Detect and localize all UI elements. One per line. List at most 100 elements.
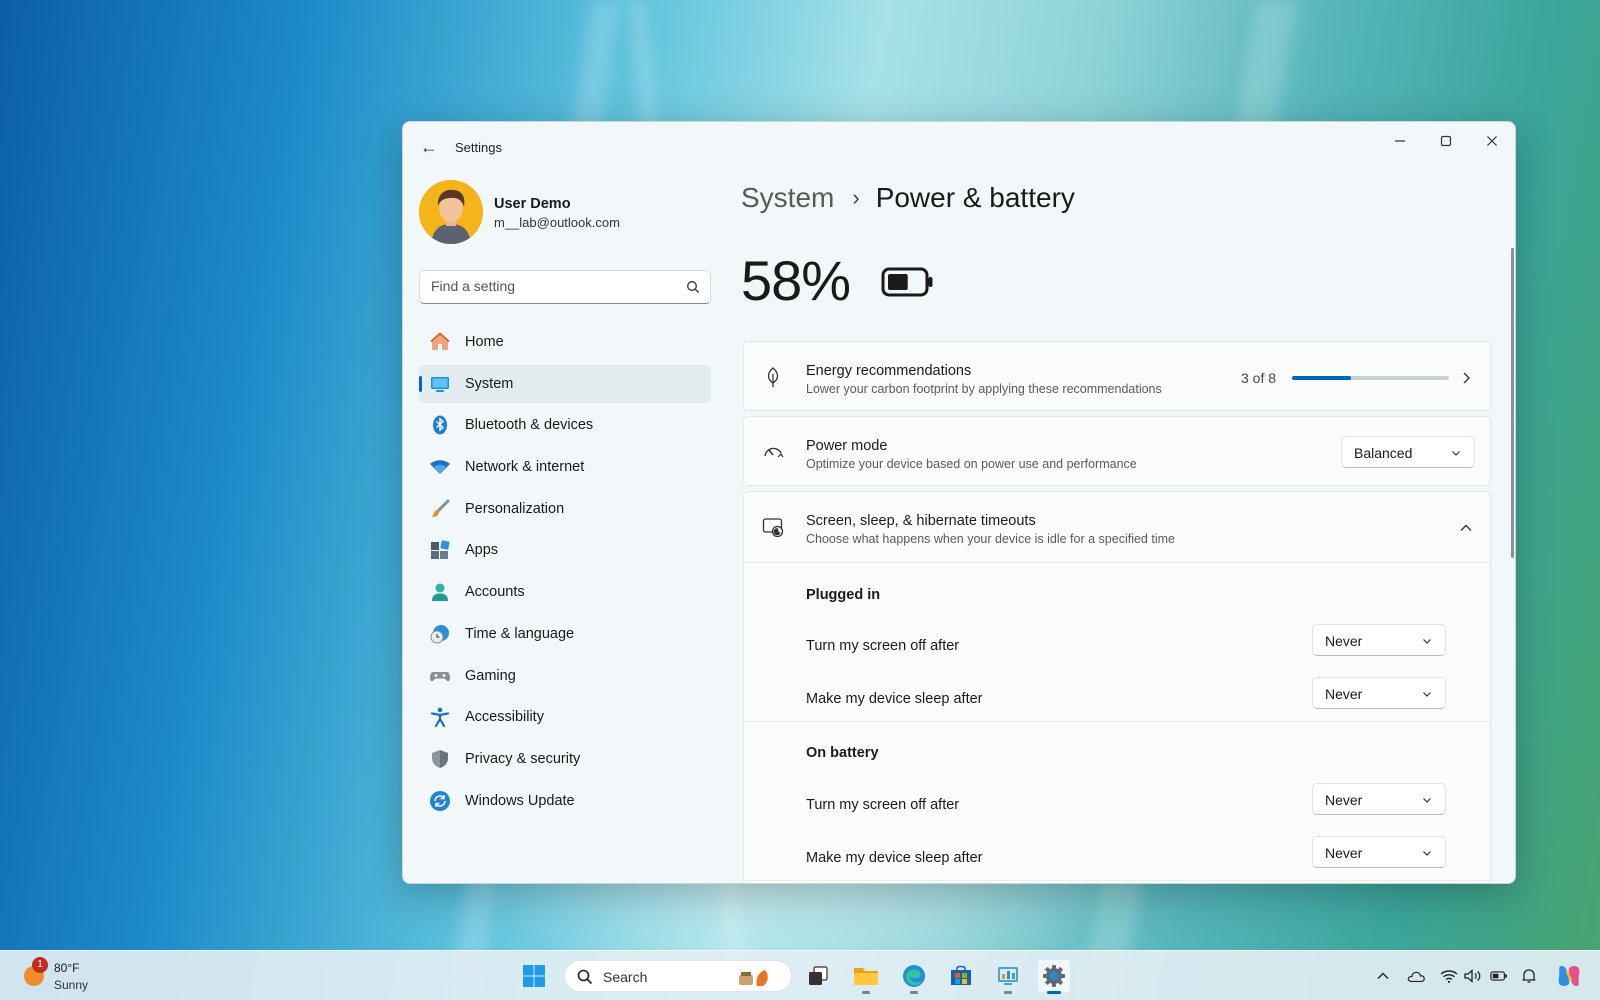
notifications-button[interactable] bbox=[1520, 967, 1538, 985]
sidebar-item-system[interactable]: System bbox=[419, 364, 711, 403]
sidebar-item-network[interactable]: Network & internet bbox=[419, 448, 711, 486]
file-explorer-button[interactable] bbox=[850, 960, 882, 994]
sidebar-item-label: Network & internet bbox=[465, 459, 585, 476]
close-button[interactable] bbox=[1469, 128, 1515, 156]
sidebar-item-label: Gaming bbox=[465, 667, 516, 684]
sidebar-item-gaming[interactable]: Gaming bbox=[419, 657, 711, 695]
settings-window: ← Settings User Demo m__lab@outlook.com bbox=[402, 121, 1516, 884]
wifi-icon bbox=[1440, 970, 1458, 983]
on-battery-heading: On battery bbox=[806, 745, 879, 761]
taskbar-search[interactable]: Search bbox=[564, 960, 792, 992]
divider bbox=[744, 562, 1490, 563]
file-explorer-icon bbox=[854, 968, 878, 985]
shield-icon bbox=[429, 748, 451, 770]
sidebar-item-label: Accessibility bbox=[465, 709, 544, 726]
maximize-icon bbox=[1440, 135, 1452, 147]
timeouts-title: Screen, sleep, & hibernate timeouts bbox=[806, 513, 1036, 529]
sidebar-item-personalization[interactable]: Personalization bbox=[419, 490, 711, 528]
timeouts-description: Choose what happens when your device is … bbox=[806, 532, 1175, 546]
battery-screen-off-label: Turn my screen off after bbox=[806, 797, 960, 813]
edge-icon bbox=[903, 965, 925, 987]
copilot-button[interactable] bbox=[1556, 963, 1582, 989]
taskbar-search-label: Search bbox=[603, 969, 648, 985]
start-icon bbox=[523, 965, 545, 987]
sidebar-item-bluetooth[interactable]: Bluetooth & devices bbox=[419, 406, 711, 444]
chevron-down-icon bbox=[1423, 692, 1431, 697]
active-indicator bbox=[1047, 991, 1061, 994]
search-icon bbox=[687, 281, 699, 293]
running-indicator bbox=[862, 991, 870, 994]
volume-button[interactable] bbox=[1464, 967, 1482, 985]
chevron-down-icon bbox=[1423, 639, 1431, 644]
power-mode-card: Power mode Optimize your device based on… bbox=[743, 416, 1491, 486]
energy-progress-text: 3 of 8 bbox=[1241, 370, 1277, 386]
store-button[interactable] bbox=[945, 960, 977, 992]
sidebar-item-home[interactable]: Home bbox=[419, 323, 711, 361]
sidebar-item-apps[interactable]: Apps bbox=[419, 531, 711, 569]
taskbar: 1 80°F Sunny Search bbox=[0, 950, 1600, 1000]
dropdown-value: Never bbox=[1325, 845, 1363, 861]
wifi-icon bbox=[429, 456, 451, 478]
breadcrumb-parent[interactable]: System bbox=[741, 182, 834, 214]
page-title: Power & battery bbox=[875, 182, 1075, 213]
energy-description: Lower your carbon footprint by applying … bbox=[806, 382, 1162, 396]
energy-recommendations-card[interactable]: Energy recommendations Lower your carbon… bbox=[743, 341, 1491, 411]
weather-condition: Sunny bbox=[54, 978, 89, 992]
dropdown-value: Never bbox=[1325, 633, 1363, 649]
plugged-screen-off-dropdown[interactable]: Never bbox=[1312, 624, 1446, 656]
content-scrollbar[interactable] bbox=[1511, 248, 1514, 558]
sidebar-item-time-language[interactable]: Time & language bbox=[419, 615, 711, 653]
plugged-sleep-dropdown[interactable]: Never bbox=[1312, 677, 1446, 709]
settings-taskbar-button[interactable] bbox=[1038, 960, 1070, 994]
update-icon bbox=[429, 790, 451, 812]
copilot-icon bbox=[1558, 966, 1580, 986]
sidebar-item-label: Time & language bbox=[465, 625, 575, 642]
search-icon bbox=[577, 969, 593, 985]
globe-clock-icon bbox=[429, 623, 451, 645]
back-button[interactable]: ← bbox=[417, 136, 441, 158]
show-hidden-icons-button[interactable] bbox=[1374, 967, 1392, 985]
store-icon bbox=[951, 965, 971, 985]
chevron-down-icon bbox=[1423, 851, 1431, 856]
power-mode-value: Balanced bbox=[1354, 445, 1413, 461]
control-panel-button[interactable] bbox=[992, 960, 1024, 994]
sidebar-item-windows-update[interactable]: Windows Update bbox=[419, 782, 711, 820]
battery-screen-off-dropdown[interactable]: Never bbox=[1312, 783, 1446, 815]
battery-tray-button[interactable] bbox=[1490, 967, 1508, 985]
sidebar-item-label: Home bbox=[465, 334, 504, 350]
onedrive-button[interactable] bbox=[1407, 967, 1425, 985]
sidebar-item-accessibility[interactable]: Accessibility bbox=[419, 698, 711, 736]
control-panel-icon bbox=[998, 967, 1018, 985]
maximize-button[interactable] bbox=[1423, 128, 1469, 156]
weather-badge: 1 bbox=[32, 957, 48, 973]
battery-sleep-dropdown[interactable]: Never bbox=[1312, 836, 1446, 868]
bluetooth-icon bbox=[429, 414, 451, 436]
battery-icon bbox=[1490, 971, 1507, 981]
brush-icon bbox=[429, 498, 451, 520]
task-view-button[interactable] bbox=[802, 960, 834, 992]
sidebar-item-privacy[interactable]: Privacy & security bbox=[419, 740, 711, 778]
edge-button[interactable] bbox=[898, 960, 930, 994]
cloud-icon bbox=[1407, 971, 1425, 982]
search-box[interactable] bbox=[419, 270, 711, 304]
start-button[interactable] bbox=[518, 960, 550, 992]
avatar[interactable] bbox=[419, 180, 483, 244]
user-email: m__lab@outlook.com bbox=[494, 215, 620, 230]
search-highlight-icon bbox=[739, 970, 768, 986]
search-input[interactable] bbox=[431, 278, 671, 294]
power-mode-dropdown[interactable]: Balanced bbox=[1341, 436, 1475, 468]
plugged-sleep-label: Make my device sleep after bbox=[806, 691, 983, 707]
dropdown-value: Never bbox=[1325, 792, 1363, 808]
timeouts-header[interactable]: Screen, sleep, & hibernate timeouts Choo… bbox=[744, 492, 1490, 562]
energy-progress-fill bbox=[1292, 376, 1351, 380]
divider bbox=[744, 880, 1490, 881]
minimize-button[interactable] bbox=[1377, 128, 1423, 156]
sidebar-item-label: Privacy & security bbox=[465, 750, 581, 767]
breadcrumb-separator-icon: › bbox=[852, 185, 860, 210]
chevron-down-icon bbox=[1423, 798, 1431, 803]
power-mode-icon bbox=[764, 447, 784, 458]
bell-icon bbox=[1522, 969, 1536, 983]
gamepad-icon bbox=[429, 665, 451, 687]
sidebar-item-accounts[interactable]: Accounts bbox=[419, 573, 711, 611]
network-button[interactable] bbox=[1440, 967, 1458, 985]
